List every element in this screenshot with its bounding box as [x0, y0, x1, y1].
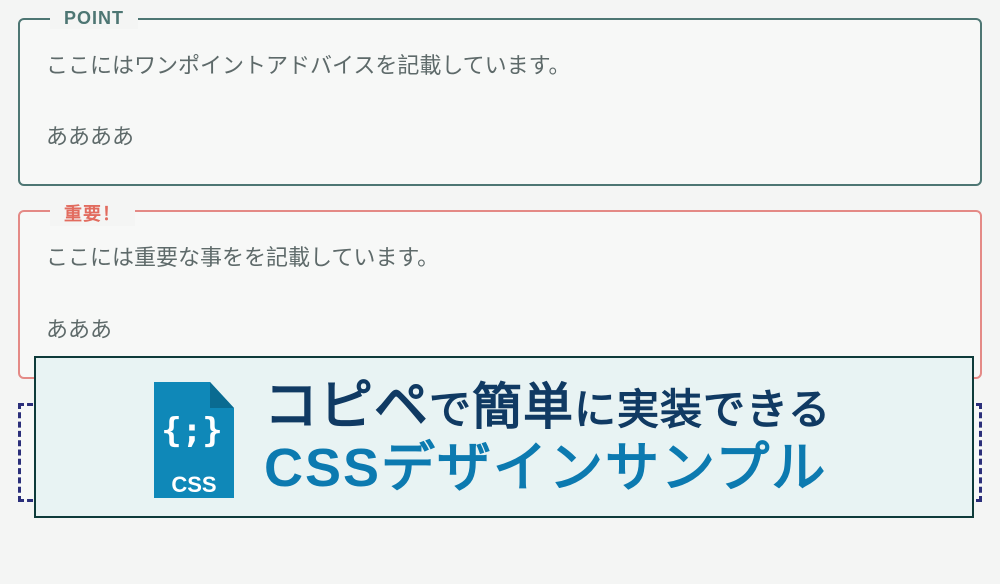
- banner-word-de: で: [429, 386, 472, 433]
- point-text-2: ああああ: [46, 119, 954, 154]
- css-sample-banner: {;} CSS コピペで簡単に実装できる CSSデザインサンプル: [34, 356, 974, 518]
- banner-line-1: コピペで簡単に実装できる: [264, 375, 831, 437]
- css-file-icon: {;} CSS: [144, 380, 240, 498]
- point-box: POINT ここにはワンポイントアドバイスを記載しています。 ああああ: [18, 18, 982, 186]
- important-content: ここには重要な事をを記載しています。 あああ: [46, 240, 954, 346]
- banner-text: コピペで簡単に実装できる CSSデザインサンプル: [144, 375, 831, 499]
- css-icon-label: CSS: [171, 472, 216, 497]
- banner-word-kantan: 簡単: [472, 379, 574, 435]
- important-text-2: あああ: [46, 312, 954, 347]
- banner-line-2: CSSデザインサンプル: [264, 437, 831, 499]
- svg-text:{;}: {;}: [161, 411, 222, 451]
- important-legend: 重要！: [50, 200, 135, 226]
- banner-word-kopipe: コピペ: [264, 376, 429, 436]
- important-text-1: ここには重要な事をを記載しています。: [46, 240, 954, 275]
- point-legend: POINT: [50, 8, 138, 29]
- point-text-1: ここにはワンポイントアドバイスを記載しています。: [46, 48, 954, 83]
- banner-word-rest: に実装できる: [574, 386, 831, 433]
- point-content: ここにはワンポイントアドバイスを記載しています。 ああああ: [46, 48, 954, 154]
- important-box: 重要！ ここには重要な事をを記載しています。 あああ: [18, 210, 982, 378]
